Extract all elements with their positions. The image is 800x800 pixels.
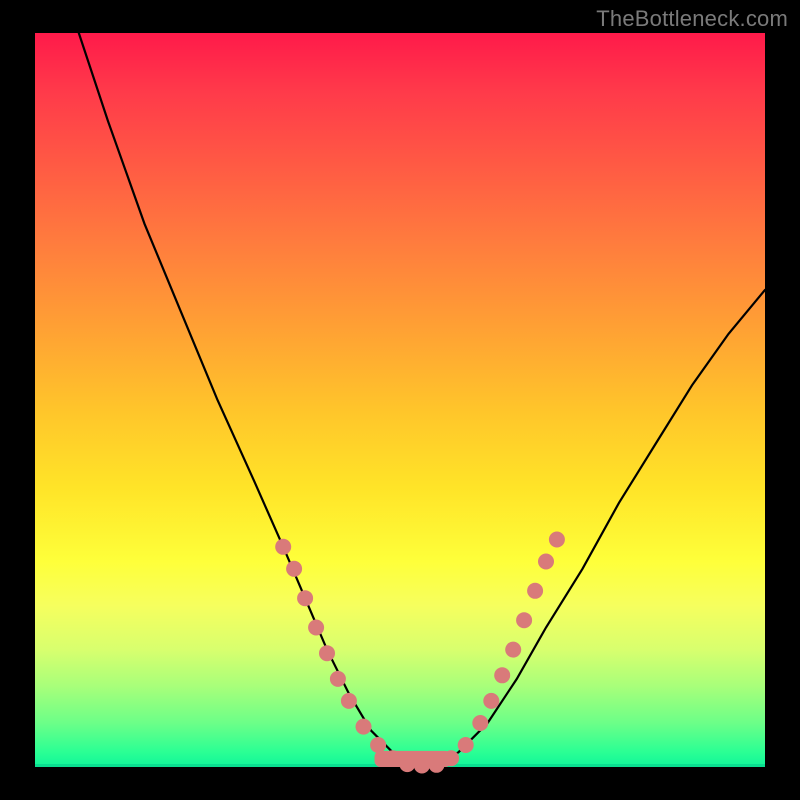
plot-area [35, 33, 765, 767]
salmon-dot [483, 693, 499, 709]
salmon-dot [297, 590, 313, 606]
salmon-dot [458, 737, 474, 753]
salmon-dot [275, 539, 291, 555]
salmon-dot [356, 719, 372, 735]
salmon-dot [472, 715, 488, 731]
salmon-dot [385, 750, 401, 766]
salmon-dot [505, 642, 521, 658]
salmon-dots-group [275, 532, 565, 774]
salmon-dot [370, 737, 386, 753]
salmon-dot [429, 757, 445, 773]
watermark-text: TheBottleneck.com [596, 6, 788, 32]
salmon-dot [330, 671, 346, 687]
salmon-dot [341, 693, 357, 709]
salmon-dot [399, 756, 415, 772]
chart-frame: TheBottleneck.com [0, 0, 800, 800]
salmon-dot [286, 561, 302, 577]
salmon-dot [516, 612, 532, 628]
salmon-dot [319, 645, 335, 661]
salmon-dot [549, 532, 565, 548]
salmon-dot [527, 583, 543, 599]
salmon-dot [414, 758, 430, 774]
salmon-dot [538, 554, 554, 570]
salmon-dot [494, 667, 510, 683]
chart-svg [35, 33, 765, 767]
salmon-dot [308, 620, 324, 636]
bottleneck-curve [79, 33, 765, 767]
salmon-dot [443, 750, 459, 766]
